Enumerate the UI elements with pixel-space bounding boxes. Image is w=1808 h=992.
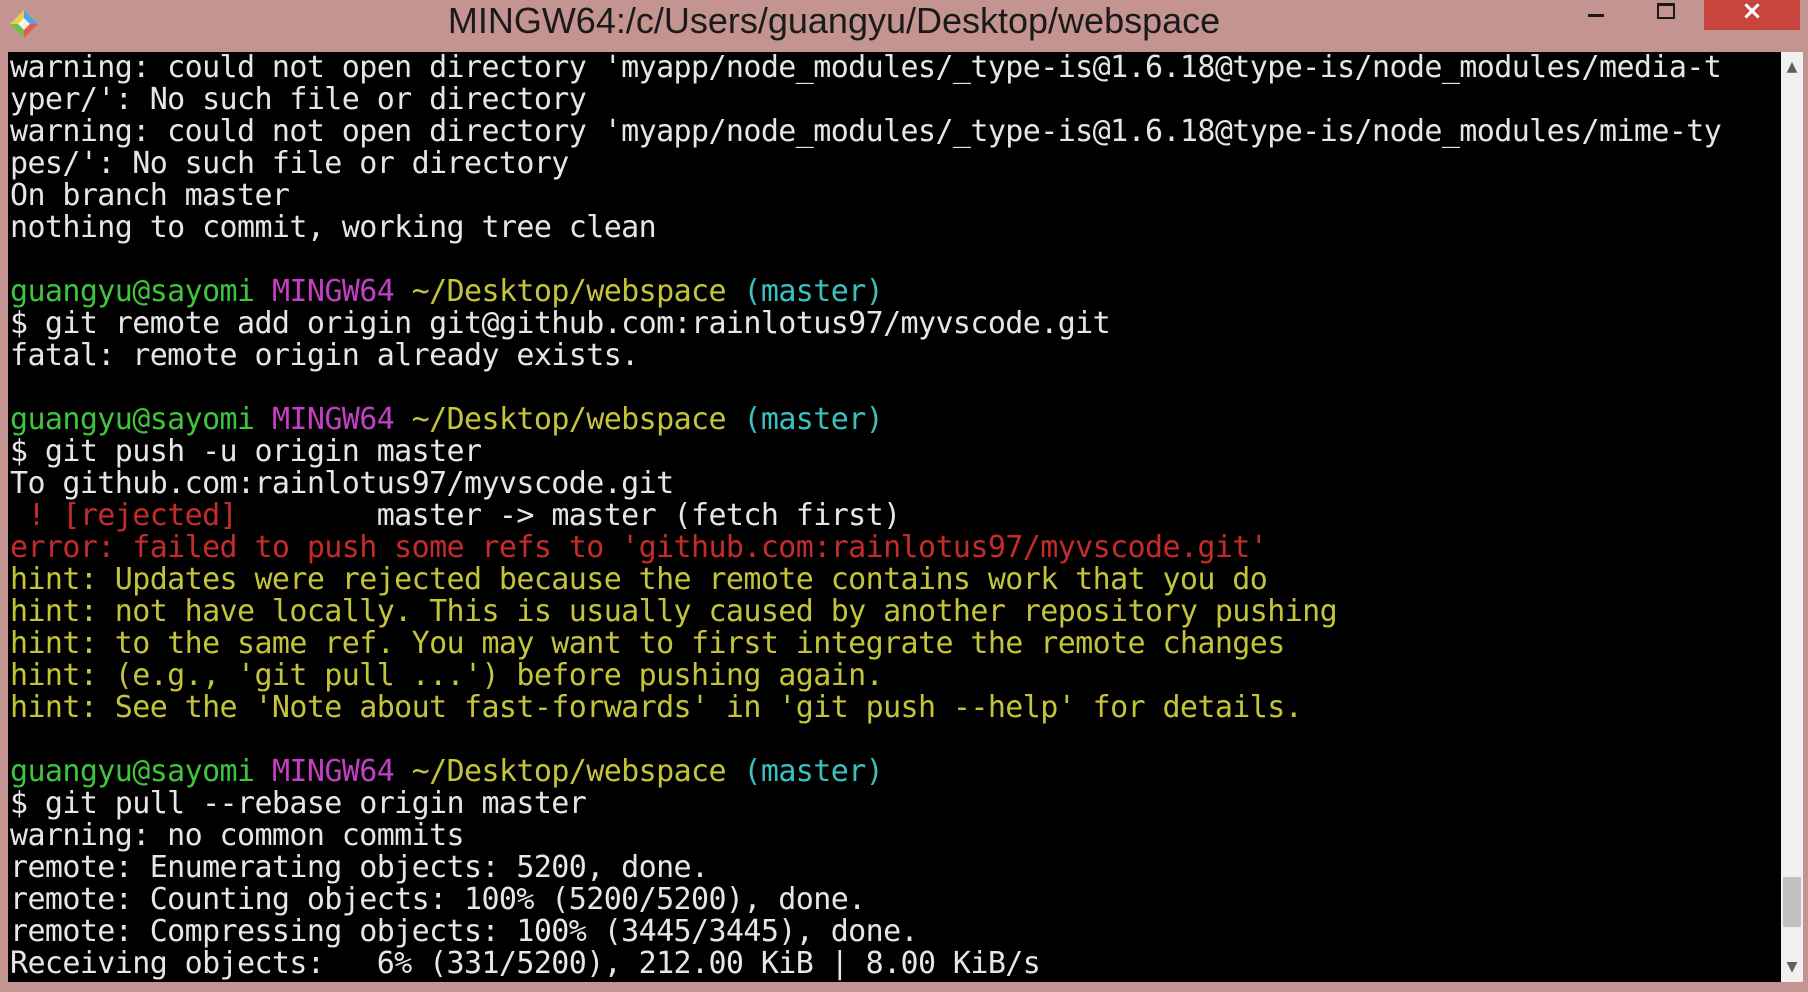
terminal-text-segment: master -> master (fetch first) [376,498,901,533]
terminal-line: $ git remote add origin git@github.com:r… [10,308,1781,340]
maximize-icon [1657,3,1675,19]
close-button[interactable]: × [1704,0,1800,30]
terminal-text-segment: remote: Counting objects: 100% (5200/520… [10,882,866,917]
terminal-line: error: failed to push some refs to 'gith… [10,532,1781,564]
close-icon: × [1741,0,1763,26]
terminal-line: hint: See the 'Note about fast-forwards'… [10,692,1781,724]
terminal-line: remote: Compressing objects: 100% (3445/… [10,916,1781,948]
terminal-lines: warning: could not open directory 'myapp… [10,52,1781,980]
terminal-text-segment: MINGW64 [271,754,412,789]
terminal-text-segment: nothing to commit, working tree clean [10,210,657,245]
terminal-text-segment: hint: See the 'Note about fast-forwards'… [10,690,1303,725]
title-bar[interactable]: MINGW64:/c/Users/guangyu/Desktop/webspac… [0,0,1808,50]
terminal-text-segment: (master) [743,402,884,437]
terminal-text-segment: remote: Compressing objects: 100% (3445/… [10,914,919,949]
terminal-line: remote: Counting objects: 100% (5200/520… [10,884,1781,916]
terminal-text-segment: (master) [743,274,884,309]
terminal-line: guangyu@sayomi MINGW64 ~/Desktop/webspac… [10,404,1781,436]
maximize-button[interactable] [1630,0,1700,30]
terminal-text-segment: hint: (e.g., 'git pull ...') before push… [10,658,884,693]
terminal-line: hint: not have locally. This is usually … [10,596,1781,628]
terminal-line: hint: Updates were rejected because the … [10,564,1781,596]
minimize-button[interactable] [1560,0,1630,30]
terminal-text-segment: remote: Enumerating objects: 5200, done. [10,850,709,885]
terminal-text-segment: To github.com:rainlotus97/myvscode.git [10,466,674,501]
terminal-text-segment: yper/': No such file or directory [10,82,587,117]
terminal-window: MINGW64:/c/Users/guangyu/Desktop/webspac… [0,0,1808,992]
terminal-text-segment: warning: no common commits [10,818,465,853]
scroll-up-icon[interactable]: ▲ [1781,56,1803,78]
terminal-line: warning: could not open directory 'myapp… [10,52,1781,84]
terminal-text-segment: fatal: remote origin already exists. [10,338,639,373]
terminal-text-segment: guangyu@sayomi [10,754,272,789]
terminal-text-segment: On branch master [10,178,290,213]
terminal-output[interactable]: warning: could not open directory 'myapp… [8,52,1781,982]
terminal-text-segment: MINGW64 [271,402,412,437]
terminal-line: Receiving objects: 6% (331/5200), 212.00… [10,948,1781,980]
terminal-line: nothing to commit, working tree clean [10,212,1781,244]
minimize-icon [1588,14,1604,17]
terminal-line: pes/': No such file or directory [10,148,1781,180]
terminal-text-segment: MINGW64 [271,274,412,309]
terminal-line: ! [rejected] master -> master (fetch fir… [10,500,1781,532]
terminal-text-segment: $ git pull --rebase origin master [10,786,587,821]
terminal-line: $ git push -u origin master [10,436,1781,468]
terminal-text-segment: $ git push -u origin master [10,434,482,469]
terminal-line: On branch master [10,180,1781,212]
scroll-down-icon[interactable]: ▼ [1781,956,1803,978]
window-title: MINGW64:/c/Users/guangyu/Desktop/webspac… [447,0,1221,41]
terminal-text-segment: ~/Desktop/webspace [411,754,744,789]
terminal-line: guangyu@sayomi MINGW64 ~/Desktop/webspac… [10,276,1781,308]
vertical-scrollbar[interactable]: ▲ ▼ [1781,52,1803,982]
terminal-text-segment: pes/': No such file or directory [10,146,569,181]
terminal-line: fatal: remote origin already exists. [10,340,1781,372]
terminal-text-segment: ! [rejected] [10,498,377,533]
terminal-text-segment: (master) [743,754,884,789]
terminal-line: To github.com:rainlotus97/myvscode.git [10,468,1781,500]
scrollbar-thumb[interactable] [1783,877,1801,928]
terminal-line: guangyu@sayomi MINGW64 ~/Desktop/webspac… [10,756,1781,788]
terminal-text-segment: $ git remote add origin git@github.com:r… [10,306,1111,341]
terminal-line: $ git pull --rebase origin master [10,788,1781,820]
terminal-line: yper/': No such file or directory [10,84,1781,116]
terminal-text-segment: warning: could not open directory 'myapp… [10,52,1722,85]
terminal-text-segment: guangyu@sayomi [10,402,272,437]
terminal-text-segment: hint: to the same ref. You may want to f… [10,626,1285,661]
terminal-text-segment: ~/Desktop/webspace [411,402,744,437]
terminal-line: remote: Enumerating objects: 5200, done. [10,852,1781,884]
terminal-text-segment: warning: could not open directory 'myapp… [10,114,1722,149]
terminal-text-segment: guangyu@sayomi [10,274,272,309]
terminal-line: hint: (e.g., 'git pull ...') before push… [10,660,1781,692]
terminal-line: hint: to the same ref. You may want to f… [10,628,1781,660]
terminal-text-segment: error: failed to push some refs to 'gith… [10,530,1268,565]
terminal-line: warning: could not open directory 'myapp… [10,116,1781,148]
terminal-text-segment: hint: not have locally. This is usually … [10,594,1338,629]
terminal-text-segment: Receiving objects: 6% (331/5200), 212.00… [10,946,1041,981]
terminal-text-segment: ~/Desktop/webspace [411,274,744,309]
terminal-text-segment: hint: Updates were rejected because the … [10,562,1268,597]
terminal-line: warning: no common commits [10,820,1781,852]
